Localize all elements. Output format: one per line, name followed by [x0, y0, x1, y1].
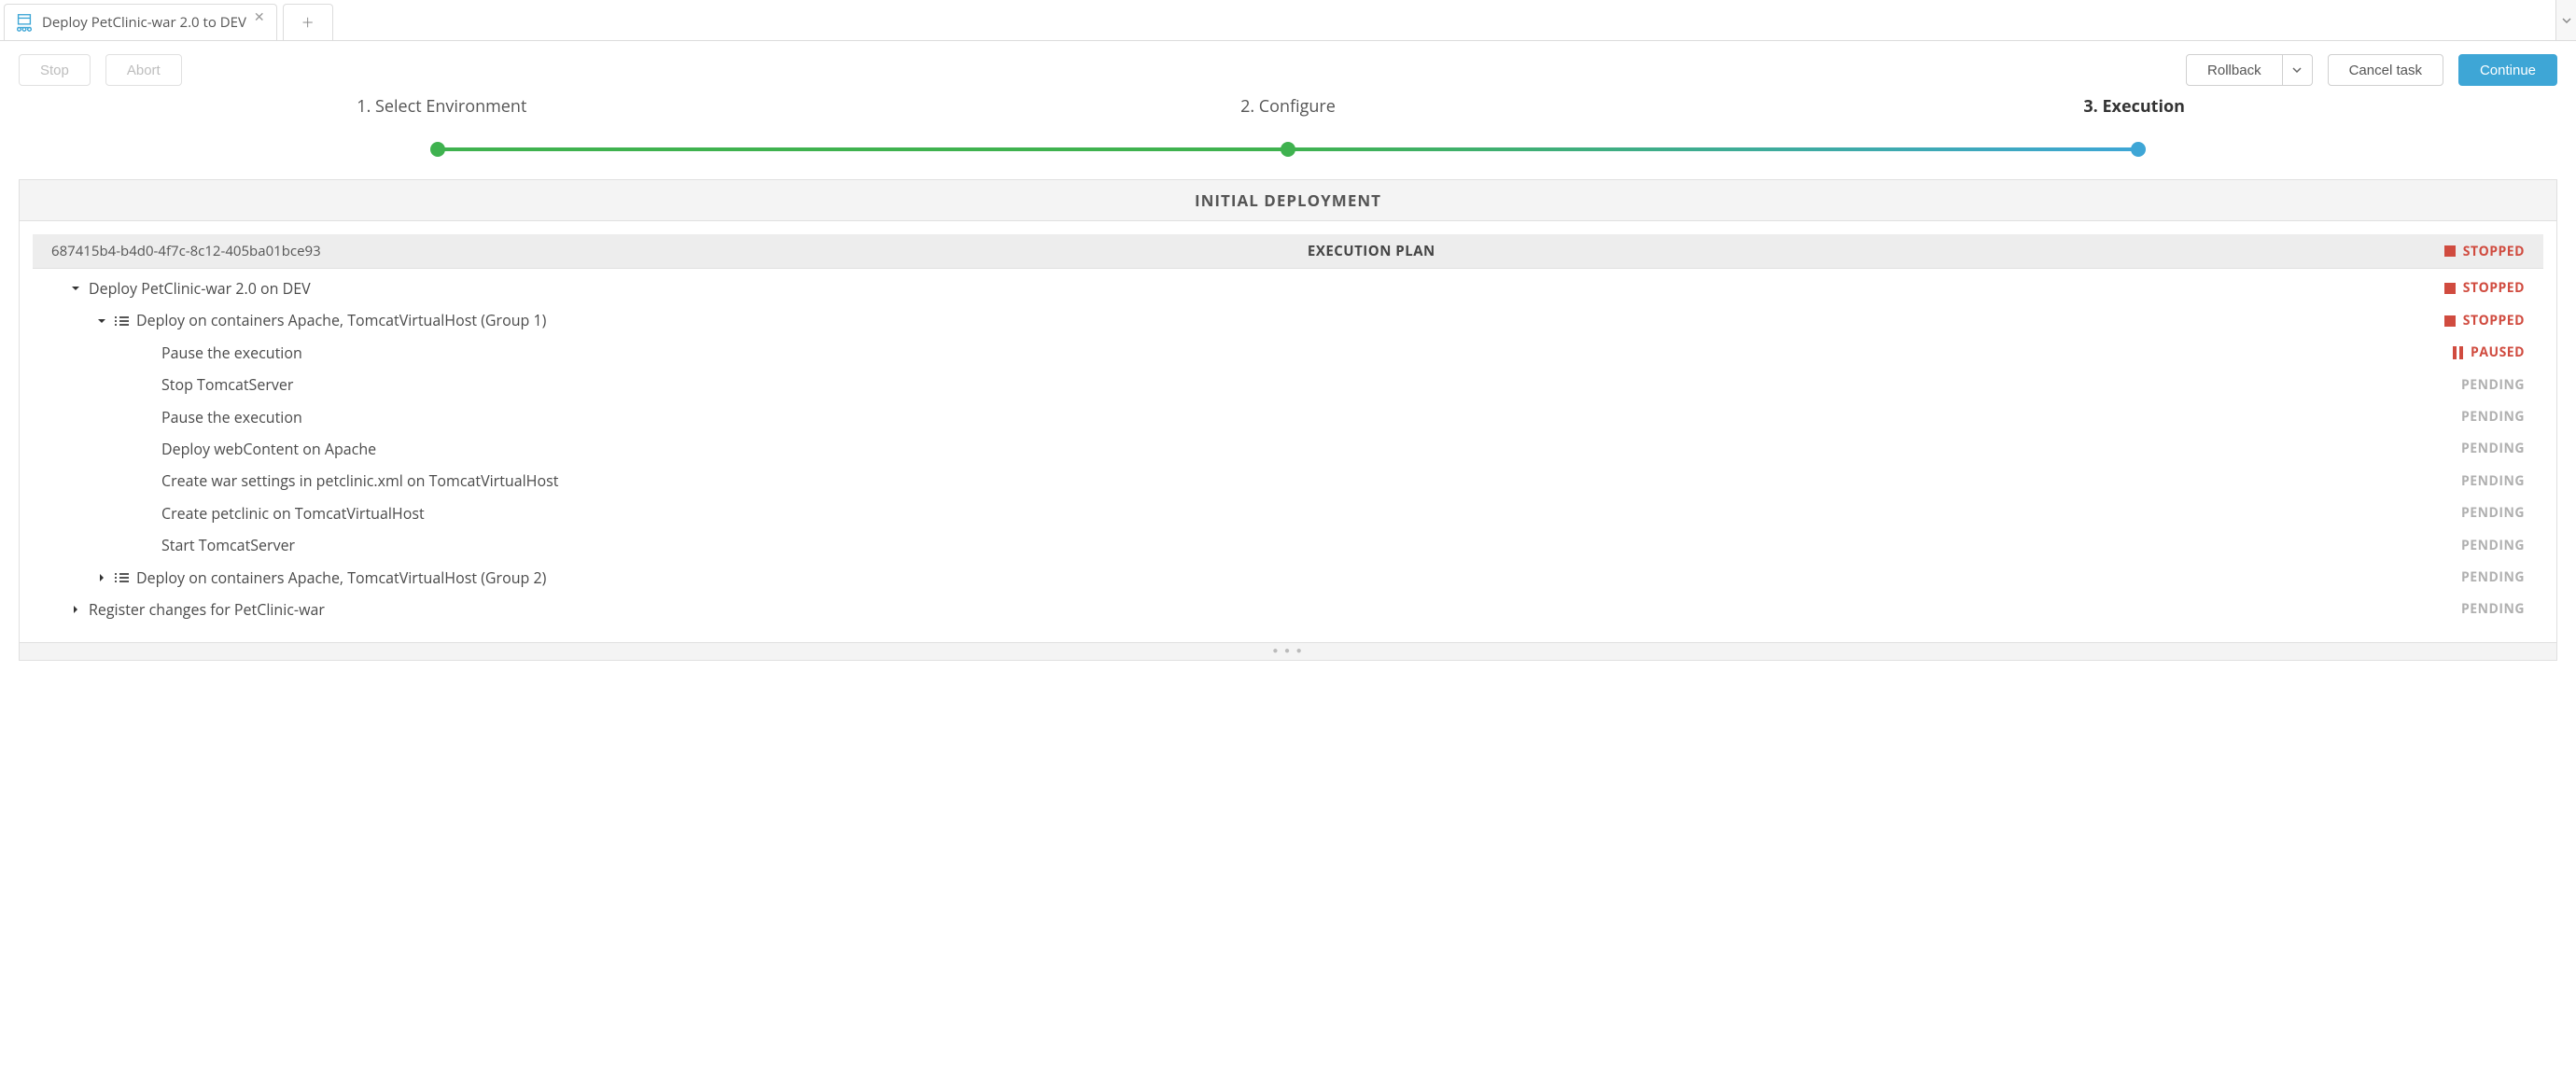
task-status: PAUSED: [2422, 343, 2525, 362]
task-status: PENDING: [2422, 408, 2525, 427]
wizard-node-2: [1281, 142, 1295, 157]
task-row[interactable]: Deploy on containers Apache, TomcatVirtu…: [33, 304, 2543, 336]
tab-title: Deploy PetClinic-war 2.0 to DEV: [42, 13, 246, 32]
task-label: Stop TomcatServer: [161, 374, 293, 395]
task-status: STOPPED: [2422, 279, 2525, 298]
tree-caret-icon[interactable]: [70, 283, 81, 294]
task-label: Create petclinic on TomcatVirtualHost: [161, 503, 425, 524]
task-row[interactable]: Deploy webContent on Apache PENDING: [33, 433, 2543, 465]
pause-icon: [2453, 346, 2463, 359]
panel-resize-handle[interactable]: ● ● ●: [20, 642, 2556, 660]
stop-icon: [2444, 283, 2456, 294]
task-status: PENDING: [2422, 472, 2525, 491]
task-label: Deploy on containers Apache, TomcatVirtu…: [136, 310, 546, 330]
task-label: Pause the execution: [161, 407, 302, 427]
wizard-node-1: [430, 142, 445, 157]
task-row[interactable]: Deploy PetClinic-war 2.0 on DEV STOPPED: [33, 273, 2543, 304]
stop-icon: [2444, 315, 2456, 327]
rollback-button[interactable]: Rollback: [2186, 54, 2283, 86]
action-toolbar: Stop Abort Rollback Cancel task Continue: [0, 41, 2576, 91]
wizard-progress: 1. Select Environment 2. Configure 3. Ex…: [0, 95, 2576, 129]
task-row[interactable]: Register changes for PetClinic-war PENDIN…: [33, 594, 2543, 625]
plan-label: EXECUTION PLAN: [321, 242, 2422, 260]
task-row[interactable]: Deploy on containers Apache, TomcatVirtu…: [33, 562, 2543, 594]
task-label: Deploy PetClinic-war 2.0 on DEV: [89, 278, 311, 299]
wizard-step-1-label: 1. Select Environment: [357, 95, 526, 118]
task-label: Deploy on containers Apache, TomcatVirtu…: [136, 567, 546, 588]
tree-caret-icon[interactable]: [70, 604, 81, 615]
task-row[interactable]: Start TomcatServer PENDING: [33, 529, 2543, 561]
wizard-track: [19, 140, 2557, 159]
abort-button[interactable]: Abort: [105, 54, 182, 86]
plan-status: STOPPED: [2422, 243, 2525, 260]
tab-close-icon[interactable]: ✕: [254, 8, 265, 26]
tab-overflow-button[interactable]: [2555, 0, 2576, 40]
rollback-caret-button[interactable]: [2283, 54, 2313, 86]
task-row[interactable]: Stop TomcatServer PENDING: [33, 369, 2543, 400]
task-label: Register changes for PetClinic-war: [89, 599, 325, 620]
tab-add-button[interactable]: +: [283, 4, 333, 40]
wizard-step-3-label: 3. Execution: [2083, 95, 2185, 118]
rollback-group: Rollback: [2186, 54, 2313, 86]
continue-button[interactable]: Continue: [2458, 54, 2557, 86]
task-label: Pause the execution: [161, 343, 302, 363]
task-row[interactable]: Create petclinic on TomcatVirtualHost PEN…: [33, 497, 2543, 529]
chevron-down-icon: [2292, 65, 2302, 75]
execution-plan-header: 687415b4-b4d0-4f7c-8c12-405ba01bce93 EXE…: [33, 234, 2543, 269]
task-tree: Deploy PetClinic-war 2.0 on DEVSTOPPEDDe…: [20, 269, 2556, 642]
group-icon: [115, 573, 129, 582]
task-status: PENDING: [2422, 440, 2525, 458]
wizard-node-3: [2131, 142, 2146, 157]
deployment-panel: INITIAL DEPLOYMENT 687415b4-b4d0-4f7c-8c…: [19, 179, 2557, 661]
deploy-package-icon: [14, 12, 35, 33]
plan-id: 687415b4-b4d0-4f7c-8c12-405ba01bce93: [51, 242, 321, 260]
task-row[interactable]: Pause the execution PENDING: [33, 401, 2543, 433]
task-status: PENDING: [2422, 600, 2525, 619]
task-status: PENDING: [2422, 568, 2525, 587]
tree-caret-icon[interactable]: [96, 315, 107, 327]
stop-button[interactable]: Stop: [19, 54, 91, 86]
cancel-task-button[interactable]: Cancel task: [2328, 54, 2443, 86]
task-status: PENDING: [2422, 504, 2525, 523]
tree-caret-icon[interactable]: [96, 572, 107, 583]
tab-bar: Deploy PetClinic-war 2.0 to DEV ✕ +: [0, 0, 2576, 41]
tab-deploy[interactable]: Deploy PetClinic-war 2.0 to DEV ✕: [4, 4, 277, 40]
group-icon: [115, 316, 129, 326]
panel-title: INITIAL DEPLOYMENT: [20, 180, 2556, 221]
task-row[interactable]: Create war settings in petclinic.xml on …: [33, 465, 2543, 497]
task-status: PENDING: [2422, 376, 2525, 395]
chevron-down-icon: [2562, 16, 2571, 25]
stop-icon: [2444, 245, 2456, 257]
task-status: STOPPED: [2422, 312, 2525, 330]
task-row[interactable]: Pause the execution PAUSED: [33, 337, 2543, 369]
task-label: Start TomcatServer: [161, 535, 295, 555]
wizard-step-2-label: 2. Configure: [1240, 95, 1336, 118]
task-status: PENDING: [2422, 537, 2525, 555]
task-label: Create war settings in petclinic.xml on …: [161, 470, 558, 491]
task-label: Deploy webContent on Apache: [161, 439, 376, 459]
